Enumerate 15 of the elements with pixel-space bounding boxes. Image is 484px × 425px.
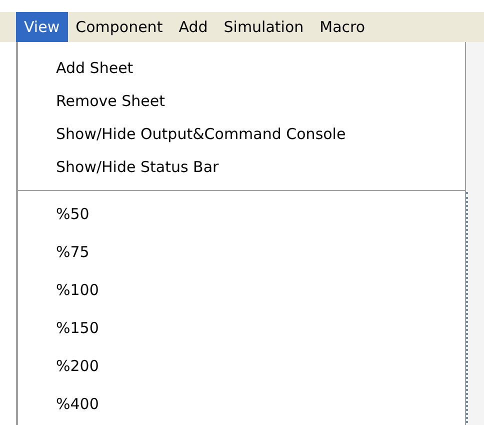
menu-item[interactable]: Show/Hide Output&Command Console [18, 118, 465, 151]
menu-item[interactable]: Add Sheet [18, 52, 465, 85]
menu-item[interactable]: Remove Sheet [18, 85, 465, 118]
menu-bar-item[interactable]: Macro [312, 12, 374, 42]
menu-bar-item[interactable]: Simulation [216, 12, 312, 42]
menu-item[interactable]: %50 [18, 195, 465, 233]
menu-item[interactable]: %400 [18, 385, 465, 423]
menu-item[interactable]: %75 [18, 233, 465, 271]
menu-item[interactable]: %150 [18, 309, 465, 347]
menu-bar-item[interactable]: Add [170, 12, 216, 42]
menu-bar-item[interactable]: Component [68, 12, 171, 42]
menu-item[interactable]: Show/Hide Status Bar [18, 151, 465, 184]
menu-item[interactable]: %200 [18, 347, 465, 385]
menu-bar-item[interactable]: View [16, 12, 68, 42]
menu-item[interactable]: %100 [18, 271, 465, 309]
